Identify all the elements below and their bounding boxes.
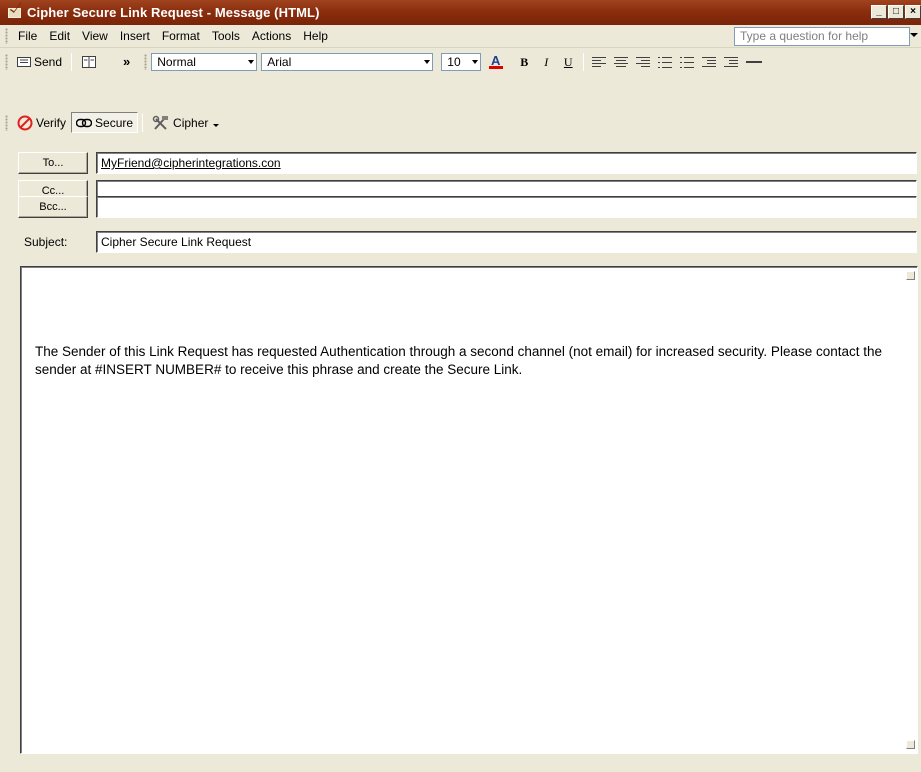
chevron-down-icon: [472, 59, 479, 64]
prohibited-icon: [17, 115, 33, 130]
bcc-field[interactable]: [96, 196, 917, 218]
toolbar-grip[interactable]: [5, 114, 8, 131]
send-label: Send: [34, 54, 63, 69]
link-icon: [76, 118, 93, 127]
bullet-list-icon[interactable]: [680, 56, 695, 68]
to-field[interactable]: MyFriend@cipherintegrations.con: [96, 152, 917, 174]
italic-button[interactable]: I: [537, 53, 555, 71]
font-size-select[interactable]: 10: [441, 52, 482, 71]
send-icon: [17, 56, 31, 67]
envelope-icon: [8, 7, 21, 18]
subject-field[interactable]: Cipher Secure Link Request: [96, 231, 917, 253]
to-button[interactable]: To...: [18, 152, 88, 174]
menu-file[interactable]: File: [12, 26, 43, 46]
font-value: Arial: [267, 54, 292, 69]
title-bar: Cipher Secure Link Request - Message (HT…: [0, 0, 921, 25]
bcc-row: Bcc...: [0, 196, 921, 220]
menu-insert[interactable]: Insert: [114, 26, 156, 46]
cipher-toolbar: Verify Secure Cipher: [0, 107, 921, 138]
numbered-list-icon[interactable]: [658, 56, 673, 68]
toolbar-grip[interactable]: [144, 53, 148, 70]
verify-button[interactable]: Verify: [12, 112, 71, 133]
bcc-button[interactable]: Bcc...: [18, 196, 88, 218]
style-value: Normal: [157, 54, 196, 69]
font-color-icon: A: [489, 54, 504, 69]
verify-label: Verify: [36, 115, 67, 130]
chevron-down-icon[interactable]: [910, 33, 918, 37]
toolbar-overflow-button[interactable]: »: [114, 51, 139, 72]
font-color-button[interactable]: A: [483, 51, 509, 72]
menu-tools[interactable]: Tools: [206, 26, 246, 46]
chevron-down-icon: [424, 59, 431, 64]
menu-edit[interactable]: Edit: [43, 26, 76, 46]
menu-actions[interactable]: Actions: [246, 26, 297, 46]
menu-help[interactable]: Help: [297, 26, 334, 46]
decrease-indent-icon[interactable]: [702, 56, 717, 68]
help-search-input[interactable]: Type a question for help: [734, 27, 910, 46]
message-body-text[interactable]: The Sender of this Link Request has requ…: [35, 343, 895, 379]
style-select[interactable]: Normal: [151, 52, 258, 71]
align-center-icon[interactable]: [614, 56, 629, 68]
secure-label: Secure: [95, 115, 134, 130]
bold-button[interactable]: B: [515, 53, 533, 71]
underline-button[interactable]: U: [559, 53, 577, 71]
increase-indent-icon[interactable]: [724, 56, 739, 68]
window-controls: _ □ ×: [870, 5, 921, 19]
font-size-value: 10: [447, 54, 461, 69]
send-button[interactable]: Send: [12, 51, 67, 72]
secure-button[interactable]: Secure: [71, 112, 139, 133]
toolbar-separator: [142, 113, 144, 132]
scroll-up-button[interactable]: [906, 271, 915, 280]
message-body-editor[interactable]: The Sender of this Link Request has requ…: [20, 266, 918, 754]
svg-text:A: A: [491, 54, 501, 68]
maximize-button[interactable]: □: [888, 5, 904, 19]
align-left-icon[interactable]: [592, 56, 607, 68]
horizontal-line-icon[interactable]: [746, 60, 763, 63]
address-book-button[interactable]: [76, 51, 102, 72]
close-button[interactable]: ×: [905, 5, 921, 19]
toolbar-separator: [583, 52, 585, 71]
subject-label: Subject:: [24, 235, 68, 249]
toolbar-separator: [71, 52, 73, 71]
menu-format[interactable]: Format: [156, 26, 206, 46]
minimize-button[interactable]: _: [871, 5, 887, 19]
toolbar-grip[interactable]: [5, 28, 8, 44]
scroll-down-button[interactable]: [906, 740, 915, 749]
cipher-label: Cipher: [173, 115, 209, 130]
to-row: To... MyFriend@cipherintegrations.con: [0, 152, 921, 176]
chevron-down-icon: [248, 59, 255, 64]
window-title: Cipher Secure Link Request - Message (HT…: [27, 5, 320, 20]
chevron-down-icon: [213, 123, 220, 127]
toolbar-grip[interactable]: [5, 53, 8, 70]
font-select[interactable]: Arial: [261, 52, 434, 71]
menu-view[interactable]: View: [76, 26, 114, 46]
to-recipient[interactable]: MyFriend@cipherintegrations.con: [101, 156, 281, 170]
tools-icon: [152, 115, 169, 130]
address-book-icon: [82, 55, 97, 68]
cipher-menu-button[interactable]: Cipher: [147, 112, 225, 133]
menu-bar: File Edit View Insert Format Tools Actio…: [0, 25, 921, 48]
align-right-icon[interactable]: [636, 56, 651, 68]
formatting-toolbar: Send » Normal Arial 10 A B I U: [0, 48, 921, 75]
subject-row: Subject: Cipher Secure Link Request: [0, 231, 921, 255]
